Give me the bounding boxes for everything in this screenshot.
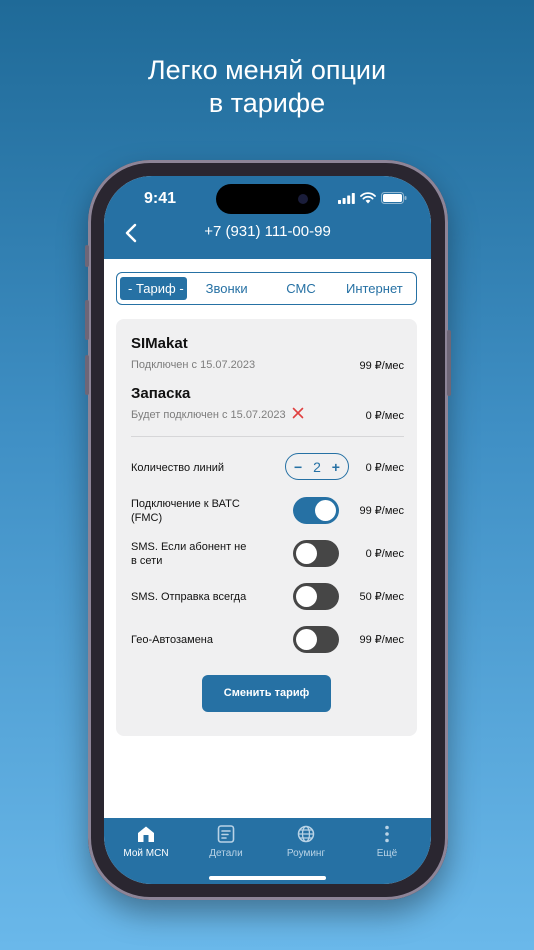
nav-label: Ещё: [376, 848, 398, 859]
nav-item-details[interactable]: Детали: [186, 824, 266, 859]
lines-count-label: Количество линий: [131, 462, 225, 474]
details-icon: [217, 825, 235, 843]
phone-power-button: [447, 330, 451, 396]
lines-count-stepper: − 2 +: [285, 453, 349, 480]
stepper-value: 2: [313, 458, 321, 475]
promo-headline: Легко меняй опции в тарифе: [0, 54, 534, 120]
nav-label: Мой MCN: [123, 848, 169, 859]
geo-price: 99 ₽/мес: [359, 634, 404, 646]
app-header: 9:41 +7 (931) 111-00-99: [104, 176, 431, 259]
sms-always-toggle[interactable]: [293, 583, 339, 610]
status-time: 9:41: [144, 190, 177, 207]
vats-price: 99 ₽/мес: [359, 505, 404, 517]
bottom-navigation: Мой MCN Детали Роуминг Ещё: [104, 818, 431, 884]
globe-icon: [297, 825, 315, 843]
plan-status-current: Подключен с 15.07.2023: [131, 359, 256, 371]
tab-tariff[interactable]: - Тариф -: [120, 277, 187, 300]
change-tariff-button[interactable]: Сменить тариф: [202, 675, 331, 712]
plan-status-next: Будет подключен с 15.07.2023: [131, 409, 286, 421]
lines-price: 0 ₽/мес: [365, 462, 404, 474]
nav-label: Детали: [209, 848, 243, 859]
dynamic-island: [216, 184, 320, 214]
more-icon: [385, 825, 389, 843]
toggle-knob: [296, 629, 317, 650]
toggle-knob: [296, 543, 317, 564]
promo-headline-line1: Легко меняй опции: [147, 55, 387, 85]
camera-icon: [298, 194, 308, 204]
tab-sms[interactable]: СМС: [266, 277, 335, 300]
stepper-plus-button[interactable]: +: [332, 459, 340, 475]
sms-offline-label: SMS. Если абонент не в сети: [131, 541, 247, 567]
card-divider: [131, 436, 404, 437]
toggle-knob: [296, 586, 317, 607]
nav-label: Роуминг: [286, 848, 326, 859]
page-title-phone-number: +7 (931) 111-00-99: [204, 223, 331, 240]
sms-always-price: 50 ₽/мес: [359, 591, 404, 603]
phone-volume-up: [85, 300, 89, 340]
stepper-minus-button[interactable]: −: [294, 459, 302, 475]
cellular-signal-icon: [338, 192, 355, 204]
wifi-icon: [360, 192, 376, 204]
nav-item-my-mcn[interactable]: Мой MCN: [106, 824, 186, 859]
home-indicator[interactable]: [209, 876, 326, 880]
sms-always-label: SMS. Отправка всегда: [131, 591, 247, 603]
geo-label: Гео-Автозамена: [131, 634, 214, 646]
phone-screen: 9:41 +7 (931) 111-00-99 - Тариф - Звонки…: [104, 176, 431, 884]
cancel-icon[interactable]: [292, 407, 304, 419]
vats-label: Подключение к ВАТС (FMC): [131, 498, 240, 524]
geo-toggle[interactable]: [293, 626, 339, 653]
toggle-knob: [315, 500, 336, 521]
promo-headline-line2: в тарифе: [208, 88, 326, 118]
plan-name-next: Запаска: [131, 385, 191, 402]
battery-icon: [381, 192, 407, 204]
tariff-card: SIMakat Подключен с 15.07.2023 99 ₽/мес …: [116, 319, 417, 736]
nav-item-roaming[interactable]: Роуминг: [266, 824, 346, 859]
plan-name-current: SIMakat: [131, 335, 188, 352]
tab-calls[interactable]: Звонки: [187, 277, 266, 300]
phone-volume-down: [85, 355, 89, 395]
plan-price-next: 0 ₽/мес: [365, 410, 404, 422]
plan-price-current: 99 ₽/мес: [359, 360, 404, 372]
tab-internet[interactable]: Интернет: [336, 277, 413, 300]
phone-mute-switch: [85, 245, 89, 267]
vats-toggle[interactable]: [293, 497, 339, 524]
nav-item-more[interactable]: Ещё: [347, 824, 427, 859]
home-icon: [138, 826, 154, 842]
sms-offline-toggle[interactable]: [293, 540, 339, 567]
tariff-tabs: - Тариф - Звонки СМС Интернет: [116, 272, 417, 305]
sms-offline-price: 0 ₽/мес: [365, 548, 404, 560]
status-icons: [338, 192, 407, 204]
